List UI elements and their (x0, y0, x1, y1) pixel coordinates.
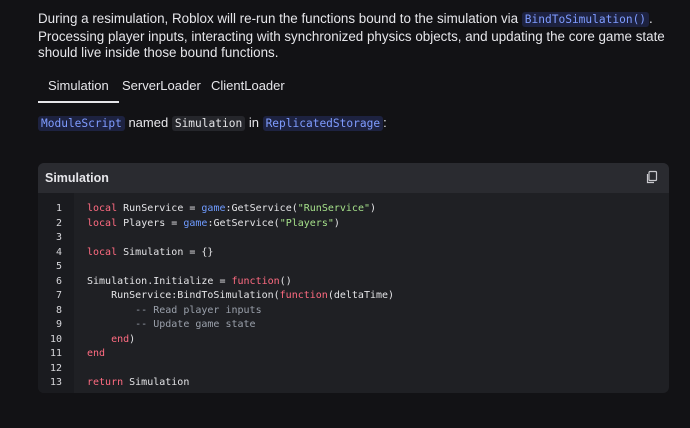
tab-clientloader[interactable]: ClientLoader (211, 78, 285, 93)
line-number: 5 (55, 261, 62, 272)
code-body: 1 2 3 4 5 6 7 8 9 10 11 12 13 local RunS… (38, 193, 669, 393)
tab-simulation[interactable]: Simulation (38, 78, 119, 103)
replicatedstorage-code[interactable]: ReplicatedStorage (262, 116, 384, 131)
code-line: end) (111, 333, 136, 345)
code-line: RunService:BindToSimulation(function(del… (87, 290, 395, 301)
copy-icon[interactable] (645, 170, 659, 184)
code-line: Simulation.Initialize = function() (87, 275, 292, 287)
line-number: 10 (49, 333, 62, 345)
code-line: end (87, 348, 106, 359)
line-number: 9 (55, 319, 62, 330)
line-number: 8 (55, 304, 62, 316)
intro-paragraph: During a resimulation, Roblox will re-ru… (38, 11, 673, 62)
code-line: -- Read player inputs (87, 304, 262, 316)
intro-text-before: During a resimulation, Roblox will re-ru… (38, 11, 522, 26)
code-line: return Simulation (87, 377, 190, 388)
line-number: 12 (49, 362, 62, 374)
simulation-code: Simulation (171, 116, 246, 131)
colon-text: : (383, 115, 387, 130)
line-number: 6 (55, 275, 62, 287)
code-line: local Simulation = {} (87, 246, 214, 258)
tab-serverloader[interactable]: ServerLoader (122, 78, 201, 93)
line-number-gutter: 1 2 3 4 5 6 7 8 9 10 11 12 13 (38, 193, 74, 393)
line-number: 11 (49, 348, 62, 359)
line-number: 2 (55, 217, 62, 229)
line-number: 3 (55, 232, 62, 243)
code-line: local RunService = game:GetService("RunS… (87, 203, 377, 214)
code-block-header: Simulation (38, 163, 669, 193)
named-text: named (128, 115, 169, 130)
code-line: local Players = game:GetService("Players… (87, 217, 340, 229)
line-number: 7 (55, 290, 62, 301)
line-number: 13 (49, 377, 62, 388)
module-description: ModuleScript named Simulation in Replica… (38, 115, 387, 131)
code-block: Simulation 1 2 3 4 5 6 7 8 9 10 11 12 13… (38, 163, 669, 393)
line-number: 4 (55, 246, 62, 258)
line-number: 1 (55, 203, 62, 214)
code-block-title: Simulation (45, 171, 109, 185)
bindtosimulation-code[interactable]: BindToSimulation() (521, 12, 650, 27)
in-text: in (248, 115, 259, 130)
code-line: -- Update game state (87, 319, 256, 330)
modulescript-code[interactable]: ModuleScript (38, 116, 125, 131)
